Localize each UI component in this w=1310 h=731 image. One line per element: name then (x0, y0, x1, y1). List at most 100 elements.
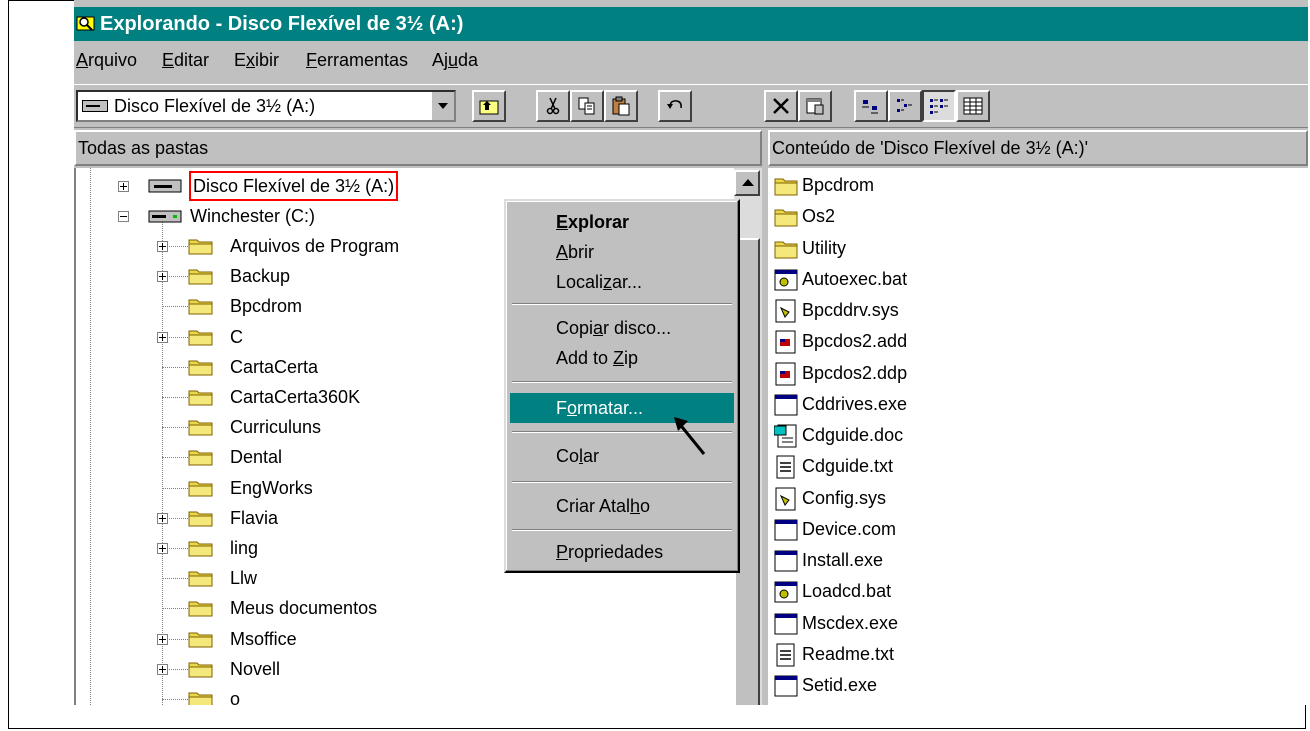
folder-icon (774, 241, 798, 259)
tree-item-label: Novell (230, 659, 281, 679)
tree-item[interactable]: Meus documentos (76, 593, 516, 623)
menu-exibir[interactable]: Exibir (234, 43, 279, 77)
folder-icon (188, 481, 213, 497)
collapse-minus-icon[interactable] (118, 211, 129, 222)
tree-item[interactable]: Backup (76, 261, 516, 291)
small-icons-button[interactable] (888, 90, 922, 122)
tree-pane-header: Todas as pastas (74, 130, 762, 166)
list-item-label: Utility (802, 238, 846, 258)
list-view-button[interactable] (922, 90, 956, 122)
tree-item-label: Curriculuns (230, 417, 322, 437)
folder-icon (188, 511, 213, 527)
menu-separator (512, 481, 732, 483)
folder-icon (188, 330, 213, 346)
copy-button[interactable] (570, 90, 604, 122)
scroll-up-arrow-icon[interactable] (734, 170, 760, 196)
menu-ajuda[interactable]: Ajuda (432, 43, 478, 77)
tree-item-label: CartaCerta360K (230, 387, 361, 407)
expand-plus-icon[interactable] (157, 271, 168, 282)
scissors-icon (546, 97, 560, 115)
drive-combo[interactable]: Disco Flexível de 3½ (A:) (76, 90, 456, 122)
folder-contents-list[interactable]: Bpcdrom Os2 Utility Autoexec.bat Bpcddrv.sys… (768, 168, 1308, 705)
tree-item[interactable]: CartaCerta360K (76, 382, 516, 412)
list-item-label: Bpcdrom (802, 175, 875, 195)
expand-plus-icon[interactable] (157, 332, 168, 343)
list-item-label: Device.com (802, 519, 897, 539)
copy-icon (578, 97, 595, 115)
expand-plus-icon[interactable] (157, 634, 168, 645)
list-item-label: Cdguide.txt (802, 456, 894, 476)
menu-item-abrir[interactable]: Abrir (510, 237, 734, 267)
menu-item-criar-atalho[interactable]: Criar Atalho (510, 491, 734, 521)
undo-button[interactable] (658, 90, 692, 122)
executable-icon (774, 675, 798, 697)
delete-x-icon (773, 98, 789, 114)
menu-editar[interactable]: Editar (162, 43, 209, 77)
properties-button[interactable] (798, 90, 832, 122)
menu-item-copiar-disco[interactable]: Copiar disco... (510, 313, 734, 343)
tree-item[interactable]: Curriculuns (76, 412, 516, 442)
tree-item-label: CartaCerta (230, 357, 319, 377)
executable-icon (774, 550, 798, 572)
expand-plus-icon[interactable] (157, 241, 168, 252)
floppy-drive-icon (82, 100, 108, 112)
tree-item[interactable]: Bpcdrom (76, 291, 516, 321)
tree-item[interactable]: Dental (76, 442, 516, 472)
folder-icon (188, 662, 213, 678)
tree-item[interactable]: C (76, 322, 516, 352)
dropdown-arrow-icon[interactable] (430, 92, 454, 120)
up-folder-icon (479, 100, 499, 115)
list-view-icon (930, 99, 948, 114)
folder-icon (188, 632, 213, 648)
menu-arquivo[interactable]: Arquivo (76, 43, 137, 77)
tree-item-label: EngWorks (230, 478, 313, 498)
tree-item[interactable]: CartaCerta (76, 352, 516, 382)
menu-item-localizar[interactable]: Localizar... (510, 267, 734, 297)
folder-icon (188, 692, 213, 705)
tree-item[interactable]: Novell (76, 654, 516, 684)
expand-plus-icon[interactable] (157, 543, 168, 554)
expand-plus-icon[interactable] (157, 513, 168, 524)
delete-button[interactable] (764, 90, 798, 122)
menu-ferramentas[interactable]: Ferramentas (306, 43, 408, 77)
floppy-drive-icon (148, 179, 182, 193)
title-bar[interactable]: Explorando - Disco Flexível de 3½ (A:) (74, 7, 1308, 41)
large-icons-view-icon (862, 100, 878, 114)
large-icons-button[interactable] (854, 90, 888, 122)
context-menu: Explorar Abrir Localizar... Copiar disco… (504, 199, 740, 573)
annotation-arrow-icon (674, 417, 706, 455)
cut-button[interactable] (536, 90, 570, 122)
list-item-label: Os2 (802, 206, 836, 226)
details-view-button[interactable] (956, 90, 990, 122)
tree-item[interactable]: EngWorks (76, 473, 516, 503)
list-item-label: Bpcdos2.add (802, 331, 908, 351)
up-one-level-button[interactable] (472, 90, 506, 122)
tree-item-floppy-a[interactable]: Disco Flexível de 3½ (A:) (76, 171, 516, 201)
paste-button[interactable] (604, 90, 638, 122)
menu-item-propriedades[interactable]: Propriedades (510, 537, 734, 567)
menu-item-add-to-zip[interactable]: Add to Zip (510, 343, 734, 373)
executable-icon (774, 394, 798, 416)
expand-plus-icon[interactable] (118, 181, 129, 192)
wordpad-doc-icon (774, 424, 797, 448)
batch-file-icon (774, 269, 798, 291)
folder-icon (774, 178, 798, 196)
folder-icon (188, 420, 213, 436)
tree-item[interactable]: Arquivos de Program (76, 231, 516, 261)
list-item-label: Cddrives.exe (802, 394, 908, 414)
explorer-icon (76, 16, 95, 31)
tree-item[interactable]: Flavia (76, 503, 516, 533)
undo-icon (667, 100, 682, 109)
folder-icon (188, 601, 213, 617)
tree-item[interactable]: ling (76, 533, 516, 563)
window-title: Explorando - Disco Flexível de 3½ (A:) (100, 13, 464, 35)
tree-item[interactable]: Msoffice (76, 624, 516, 654)
menu-item-explorar[interactable]: Explorar (510, 207, 734, 237)
tree-item[interactable]: Llw (76, 563, 516, 593)
tree-item-winchester-c[interactable]: Winchester (C:) (76, 201, 516, 231)
folder-icon (188, 269, 213, 285)
tree-item[interactable]: o (76, 684, 516, 705)
tree-item-label: Arquivos de Program (230, 236, 400, 256)
paste-icon (612, 96, 630, 116)
expand-plus-icon[interactable] (157, 664, 168, 675)
